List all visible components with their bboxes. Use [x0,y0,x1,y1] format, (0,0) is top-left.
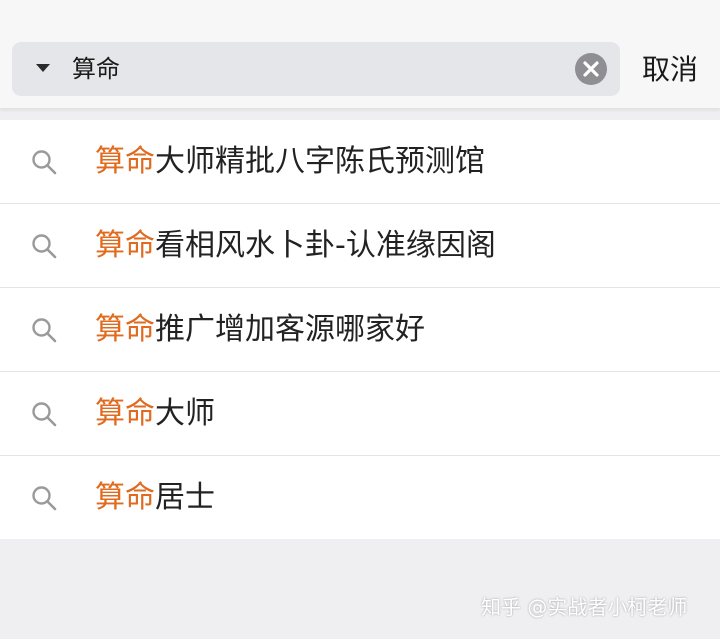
search-icon [32,486,57,511]
suggestion-text: 算命居士 [95,478,215,518]
search-query-text[interactable]: 算命 [72,51,120,87]
suggestion-rest: 大师精批八字陈氏预测馆 [155,144,485,179]
suggestion-text: 算命大师精批八字陈氏预测馆 [95,142,485,182]
suggestion-rest: 推广增加客源哪家好 [155,312,425,347]
suggestion-rest: 看相风水卜卦-认准缘因阁 [155,228,496,263]
cancel-button[interactable]: 取消 [642,50,698,90]
caret-down-icon[interactable] [36,64,50,72]
search-icon [32,234,57,259]
suggestion-item[interactable]: 算命看相风水卜卦-认准缘因阁 [0,204,720,288]
suggestion-text: 算命大师 [95,394,215,434]
suggestion-item[interactable]: 算命大师精批八字陈氏预测馆 [0,120,720,204]
suggestion-item[interactable]: 算命大师 [0,372,720,456]
suggestion-highlight: 算命 [95,312,155,347]
search-header: 算命 取消 [0,0,720,109]
suggestion-item[interactable]: 算命推广增加客源哪家好 [0,288,720,372]
suggestion-text: 算命看相风水卜卦-认准缘因阁 [95,226,496,266]
search-icon [32,150,57,175]
suggestion-item[interactable]: 算命居士 [0,456,720,539]
suggestion-list: 算命大师精批八字陈氏预测馆 算命看相风水卜卦-认准缘因阁 算命推广增加客源哪家好… [0,120,720,539]
suggestion-highlight: 算命 [95,228,155,263]
suggestion-rest: 居士 [155,480,215,515]
suggestion-text: 算命推广增加客源哪家好 [95,310,425,350]
watermark: 知乎 @实战者小柯老师 [481,595,688,619]
suggestion-highlight: 算命 [95,396,155,431]
search-icon [32,318,57,343]
suggestion-highlight: 算命 [95,480,155,515]
search-icon [32,402,57,427]
suggestion-rest: 大师 [155,396,215,431]
suggestion-highlight: 算命 [95,144,155,179]
clear-icon[interactable] [575,53,607,85]
